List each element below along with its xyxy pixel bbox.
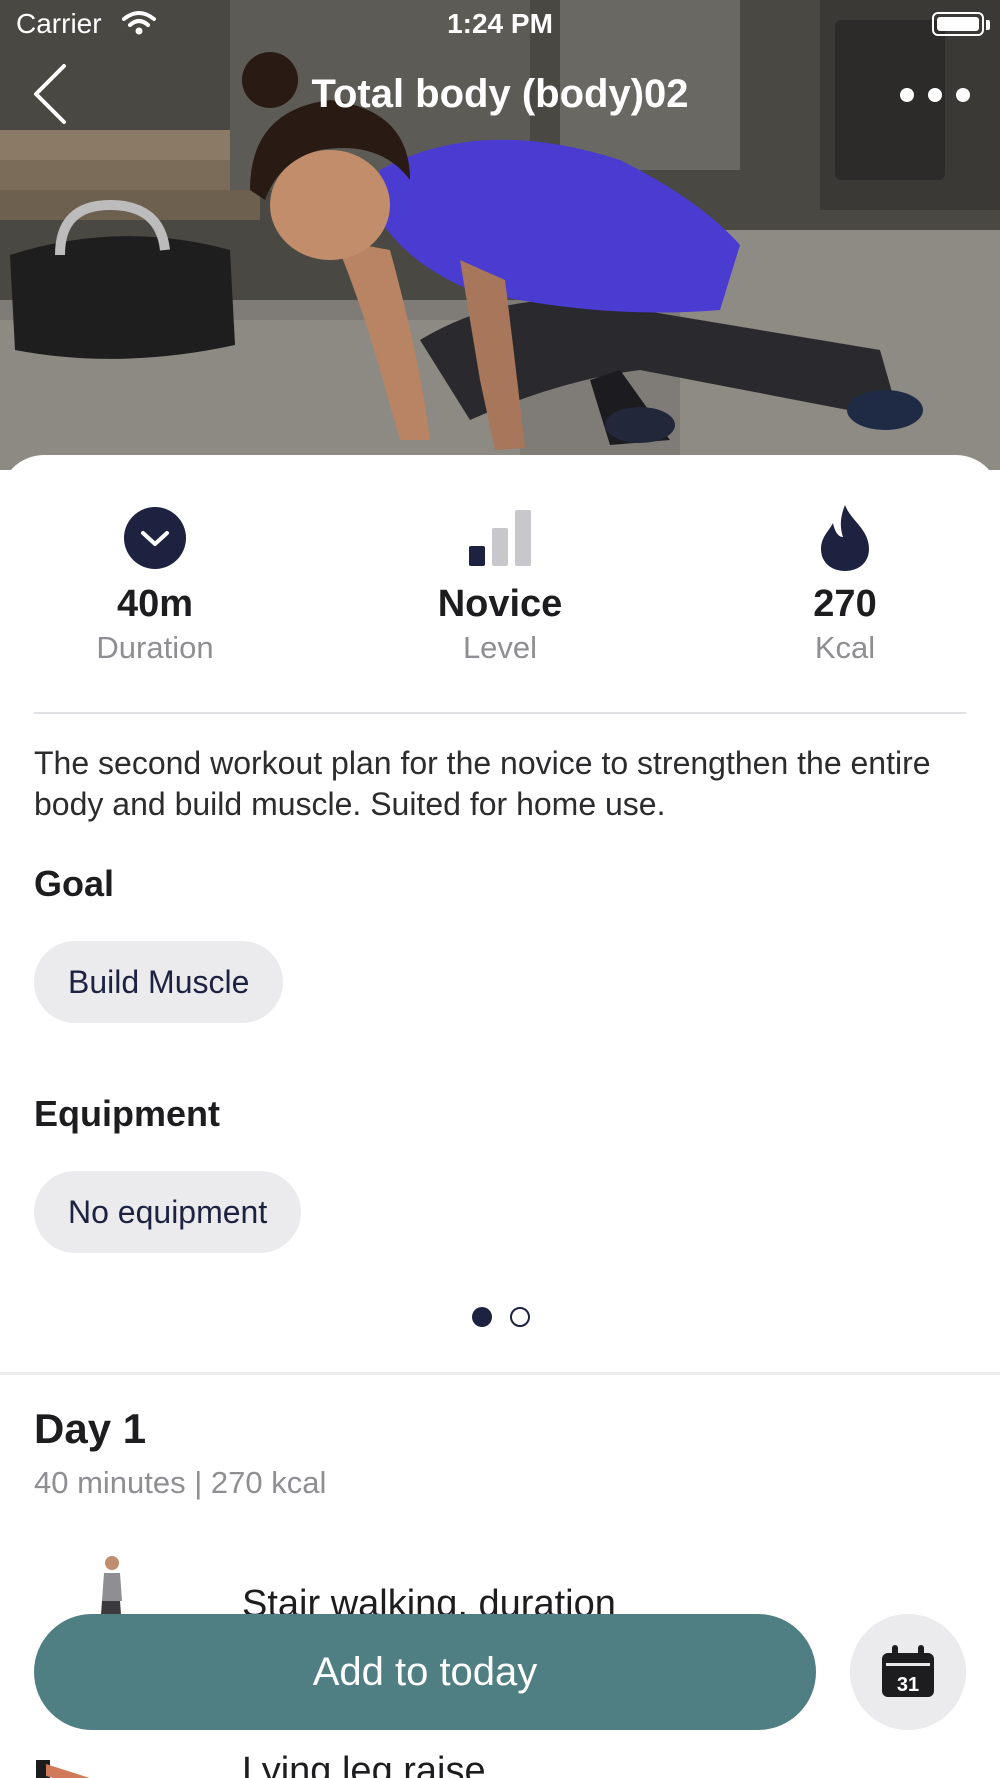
add-to-today-button[interactable]: Add to today	[34, 1614, 816, 1730]
exercise-name: Lying leg raise	[242, 1750, 486, 1778]
page-dot[interactable]	[510, 1307, 530, 1327]
stat-label: Level	[462, 630, 538, 665]
page-dot-active[interactable]	[472, 1307, 492, 1327]
battery-nub	[986, 20, 990, 30]
flame-icon	[821, 505, 869, 571]
workout-photo	[0, 0, 1000, 470]
stat-label: Duration	[96, 630, 214, 665]
status-bar: Carrier 1:24 PM	[0, 0, 1000, 50]
calendar-button[interactable]: 31	[850, 1614, 966, 1730]
workout-description: The second workout plan for the novice t…	[34, 745, 931, 822]
exercise-row[interactable]: Lying leg raise	[0, 1750, 1000, 1778]
status-time: 1:24 PM	[447, 8, 553, 39]
level-bars-icon	[469, 510, 531, 566]
battery-icon	[932, 12, 984, 36]
day-title: Day 1	[34, 1405, 147, 1452]
ellipsis-icon	[956, 88, 970, 102]
hero-image: Carrier 1:24 PM Total body (body)02	[0, 0, 1000, 470]
chevron-left-icon	[34, 64, 66, 124]
stat-kcal: 270 Kcal	[695, 505, 995, 666]
calendar-day: 31	[897, 1674, 919, 1696]
stat-value: 270	[813, 583, 877, 625]
calendar-icon: 31	[882, 1645, 934, 1697]
workout-detail-sheet: 40m Duration Novice Level 270 Kcal The s…	[0, 455, 1000, 1778]
page-indicator[interactable]	[470, 1307, 530, 1329]
stat-level: Novice Level	[350, 505, 650, 666]
day-meta: 40 minutes | 270 kcal	[34, 1465, 327, 1500]
section-divider	[0, 1372, 1000, 1375]
ellipsis-icon	[928, 88, 942, 102]
stat-value: Novice	[437, 583, 563, 625]
exercise-thumbnail	[36, 1760, 90, 1778]
stats-row: 40m Duration Novice Level 270 Kcal	[0, 455, 1000, 713]
stat-icon-wrapper	[695, 505, 995, 571]
stat-duration: 40m Duration	[5, 505, 305, 666]
back-button[interactable]	[30, 62, 80, 132]
stat-icon-wrapper	[350, 505, 650, 571]
divider	[34, 712, 966, 714]
equipment-chip[interactable]: No equipment	[34, 1171, 302, 1253]
clock-icon	[124, 507, 186, 569]
goal-title: Goal	[34, 863, 115, 904]
stat-label: Kcal	[814, 630, 876, 665]
page-title: Total body (body)02	[311, 72, 689, 116]
more-options-button[interactable]	[900, 80, 970, 110]
stat-icon-wrapper	[5, 505, 305, 571]
goal-chip[interactable]: Build Muscle	[34, 941, 284, 1023]
equipment-title: Equipment	[34, 1093, 220, 1134]
ellipsis-icon	[900, 88, 914, 102]
stat-value: 40m	[116, 583, 194, 625]
